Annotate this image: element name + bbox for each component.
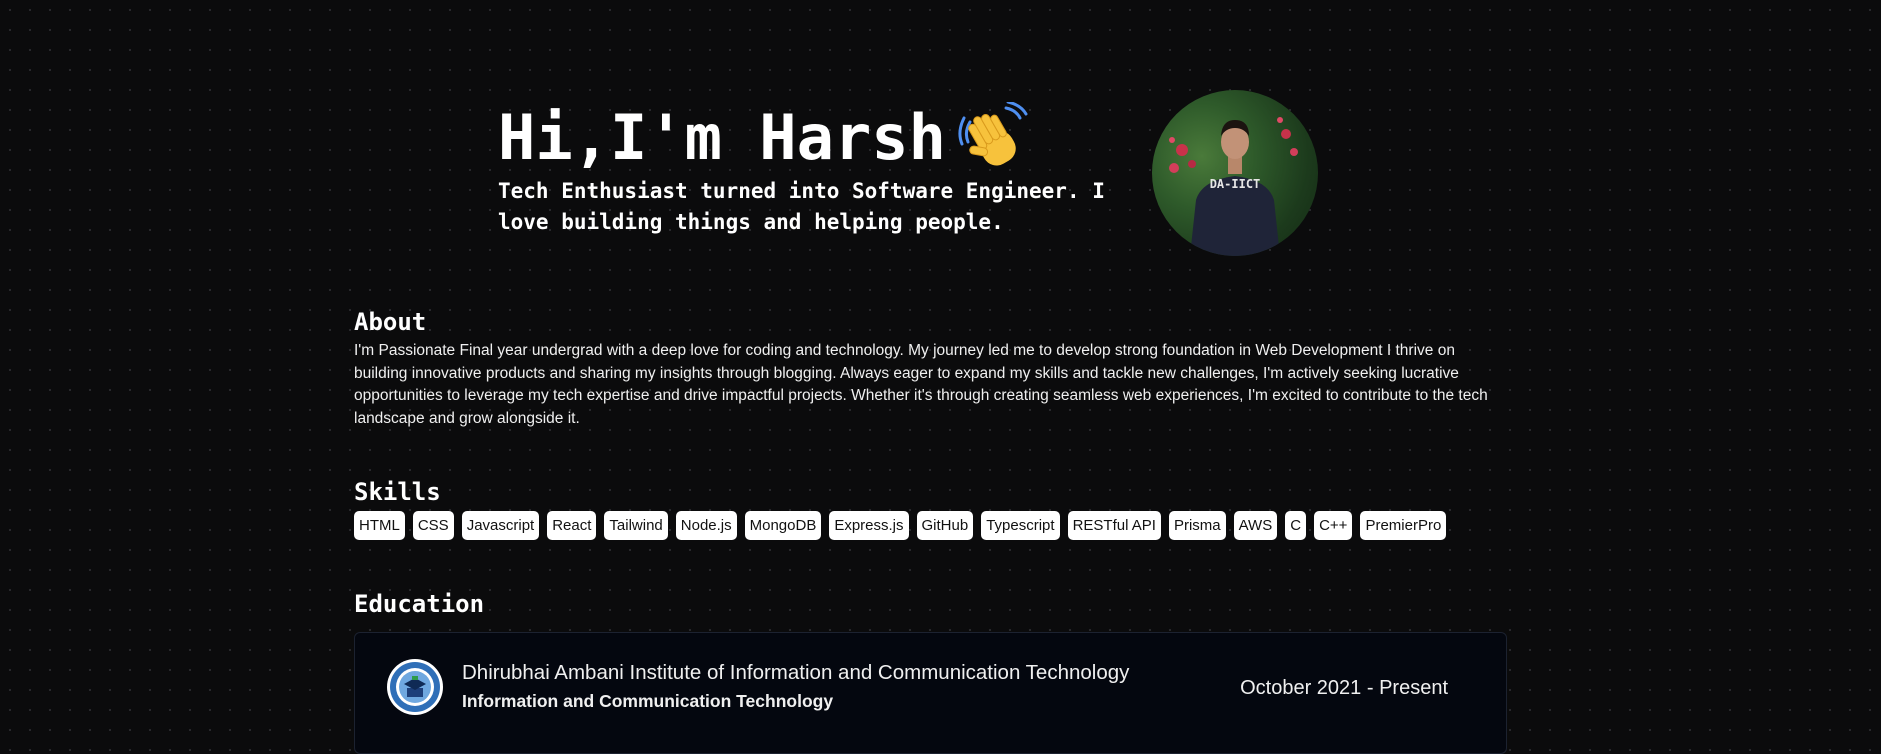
skills-heading: Skills <box>354 478 441 506</box>
education-heading: Education <box>354 590 485 618</box>
hero-greeting: Hi,I'm Harsh <box>498 101 946 174</box>
skill-chip: MongoDB <box>744 511 822 540</box>
svg-text:DA-IICT: DA-IICT <box>1210 177 1261 191</box>
skill-chip: AWS <box>1233 511 1278 540</box>
about-heading: About <box>354 308 427 336</box>
skill-chip: HTML <box>354 511 405 540</box>
skill-chip: Typescript <box>981 511 1060 540</box>
skill-chip: Node.js <box>675 511 737 540</box>
about-text: I'm Passionate Final year undergrad with… <box>354 342 1488 427</box>
hero-section: Hi,I'm Harsh Tech Enthusiast turned into… <box>498 100 1138 238</box>
skill-chip: Javascript <box>461 511 540 540</box>
skill-chip: C++ <box>1314 511 1353 540</box>
skill-chip: RESTful API <box>1067 511 1161 540</box>
education-card[interactable]: Dhirubhai Ambani Institute of Informatio… <box>354 632 1507 754</box>
education-dates: October 2021 - Present <box>1240 677 1448 699</box>
skill-chip: Express.js <box>829 511 909 540</box>
skills-list: HTML CSS Javascript React Tailwind Node.… <box>354 511 1447 540</box>
skill-chip: React <box>547 511 597 540</box>
skill-chip: Tailwind <box>604 511 668 540</box>
degree-name: Information and Communication Technology <box>462 691 834 711</box>
profile-photo: DA-IICT <box>1152 90 1318 256</box>
institution-logo <box>386 658 444 716</box>
hero-subtitle: Tech Enthusiast turned into Software Eng… <box>498 179 1105 234</box>
skill-chip: GitHub <box>916 511 974 540</box>
skill-chip: C <box>1285 511 1307 540</box>
waving-hand-icon <box>958 100 1030 174</box>
skill-chip: Prisma <box>1168 511 1226 540</box>
skill-chip: PremierPro <box>1360 511 1447 540</box>
skill-chip: CSS <box>412 511 454 540</box>
institution-name: Dhirubhai Ambani Institute of Informatio… <box>462 661 1130 684</box>
hero-heading: Hi,I'm Harsh <box>498 100 1138 176</box>
